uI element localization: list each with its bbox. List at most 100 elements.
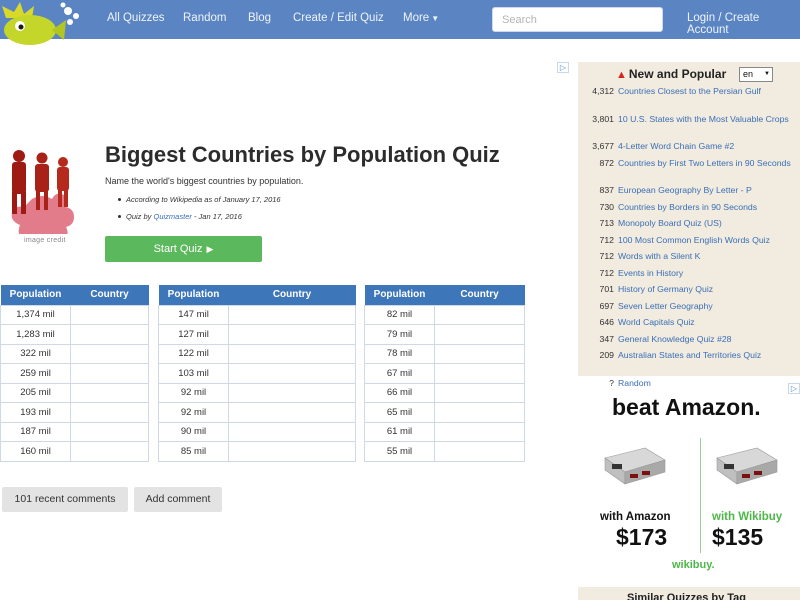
flame-icon: ▲ (616, 69, 627, 81)
population-cell: 205 mil (0, 382, 71, 403)
population-cell: 147 mil (158, 304, 229, 325)
table-row: 193 mil (0, 402, 149, 423)
country-answer-cell (70, 343, 149, 364)
language-value: en (743, 69, 754, 79)
language-select[interactable]: en ▼ (739, 67, 773, 82)
population-cell: 1,283 mil (0, 324, 71, 345)
ad-label-wikibuy: with Wikibuy (712, 511, 783, 523)
console-image-icon (716, 447, 778, 485)
ad-choices-icon[interactable]: ▷ (557, 62, 569, 73)
table-row: 122 mil (158, 343, 356, 364)
quiz-link[interactable]: World Capitals Quiz (618, 317, 800, 328)
country-answer-cell (434, 441, 525, 462)
nav-more[interactable]: More ▼ (403, 12, 439, 24)
ad-choices-icon[interactable]: ▷ (788, 383, 800, 394)
quiz-image-people-puzzle (11, 150, 74, 234)
play-count: 712 (599, 251, 615, 261)
country-header: Country (434, 285, 525, 305)
nav-all-quizzes[interactable]: All Quizzes (107, 12, 165, 24)
image-credit-link[interactable]: image credit (24, 237, 66, 244)
table-row: 1,374 mil (0, 304, 149, 325)
meta-by-prefix: Quiz by (126, 212, 154, 221)
population-cell: 55 mil (364, 441, 435, 462)
start-quiz-label: Start Quiz (153, 243, 203, 255)
quiz-link[interactable]: General Knowledge Quiz #28 (618, 334, 800, 345)
new-popular-title: New and Popular (628, 67, 727, 81)
quiz-link[interactable]: 4-Letter Word Chain Game #2 (618, 141, 800, 152)
country-answer-cell (70, 421, 149, 442)
answer-table-body: 147 mil 127 mil 122 mil 103 mil 92 mil 92 mil… (158, 304, 356, 462)
quiz-link[interactable]: 10 U.S. States with the Most Valuable Cr… (618, 114, 800, 125)
table-row: 187 mil (0, 421, 149, 442)
country-answer-cell (228, 363, 356, 384)
top-navbar: All Quizzes Random Blog Create / Edit Qu… (0, 0, 800, 45)
country-header: Country (70, 285, 149, 305)
meta-source: According to Wikipedia as of January 17,… (118, 195, 281, 212)
site-logo-fish-icon[interactable] (0, 0, 90, 50)
quiz-link[interactable]: Countries Closest to the Persian Gulf (618, 86, 800, 97)
table-row: 65 mil (364, 402, 525, 423)
table-row: 55 mil (364, 441, 525, 462)
country-answer-cell (228, 343, 356, 364)
table-row: 85 mil (158, 441, 356, 462)
country-answer-cell (434, 324, 525, 345)
answer-table-body: 82 mil 79 mil 78 mil 67 mil 66 mil 65 mil 61 m… (364, 304, 525, 462)
caret-down-icon: ▼ (431, 14, 440, 23)
table-row: 160 mil (0, 441, 149, 462)
table-row: 92 mil (158, 382, 356, 403)
quiz-meta: According to Wikipedia as of January 17,… (118, 195, 281, 229)
play-count: 347 (599, 333, 615, 344)
meta-author-line: Quiz by Quizmaster - Jan 17, 2016 (118, 212, 281, 229)
country-header: Country (228, 285, 356, 305)
population-cell: 1,374 mil (0, 304, 71, 325)
add-comment-button[interactable]: Add comment (134, 487, 222, 512)
quiz-link[interactable]: Countries by Borders in 90 Seconds (618, 202, 800, 213)
country-answer-cell (434, 304, 525, 325)
quiz-link[interactable]: Countries by First Two Letters in 90 Sec… (618, 158, 800, 169)
quiz-link[interactable]: Monopoly Board Quiz (US) (618, 218, 800, 229)
page-title: Biggest Countries by Population Quiz (105, 142, 500, 167)
country-answer-cell (70, 382, 149, 403)
country-answer-cell (434, 382, 525, 403)
ad-price-wikibuy: $135 (712, 524, 764, 550)
population-cell: 103 mil (158, 363, 229, 384)
country-answer-cell (434, 421, 525, 442)
population-cell: 65 mil (364, 402, 435, 423)
ad-brand-logo[interactable]: wikibuy. (672, 559, 715, 571)
play-count: 646 (599, 317, 615, 327)
quiz-link[interactable]: 100 Most Common English Words Quiz (618, 235, 800, 246)
quiz-link[interactable]: Words with a Silent K (618, 251, 800, 262)
quiz-link[interactable]: Events in History (618, 268, 800, 279)
answer-table-1: Population Country 1,374 mil 1,283 mil 322… (0, 285, 149, 462)
quiz-link[interactable]: Australian States and Territories Quiz (618, 350, 800, 361)
start-quiz-button[interactable]: Start Quiz ▶ (105, 236, 262, 262)
meta-date: - Jan 17, 2016 (191, 212, 242, 221)
population-cell: 67 mil (364, 363, 435, 384)
quiz-link[interactable]: Seven Letter Geography (618, 301, 800, 312)
nav-create-edit-quiz[interactable]: Create / Edit Quiz (293, 12, 384, 24)
quiz-link[interactable]: European Geography By Letter - P (618, 185, 800, 196)
population-cell: 259 mil (0, 363, 71, 384)
quiz-link[interactable]: History of Germany Quiz (618, 284, 800, 295)
search-input[interactable] (492, 7, 663, 32)
play-count: ? (609, 377, 614, 388)
table-row: 78 mil (364, 343, 525, 364)
answer-table-3: Population Country 82 mil 79 mil 78 mil 67 … (364, 285, 525, 462)
table-row: 92 mil (158, 402, 356, 423)
nav-blog[interactable]: Blog (248, 12, 271, 24)
nav-login-create-account[interactable]: Login / Create Account (687, 12, 800, 36)
play-count: 3,801 (592, 113, 614, 124)
recent-comments-button[interactable]: 101 recent comments (2, 487, 128, 512)
ad-divider (700, 438, 701, 553)
new-popular-header: ▲ New and Popular (616, 67, 726, 81)
ad-headline[interactable]: beat Amazon. (612, 394, 761, 421)
population-header: Population (158, 285, 229, 305)
country-answer-cell (228, 382, 356, 403)
play-count: 209 (599, 350, 615, 360)
quiz-link[interactable]: Random (618, 378, 800, 389)
nav-random[interactable]: Random (183, 12, 226, 24)
population-cell: 78 mil (364, 343, 435, 364)
dropdown-arrow-icon: ▼ (764, 71, 770, 77)
author-link[interactable]: Quizmaster (154, 212, 192, 221)
population-cell: 82 mil (364, 304, 435, 325)
